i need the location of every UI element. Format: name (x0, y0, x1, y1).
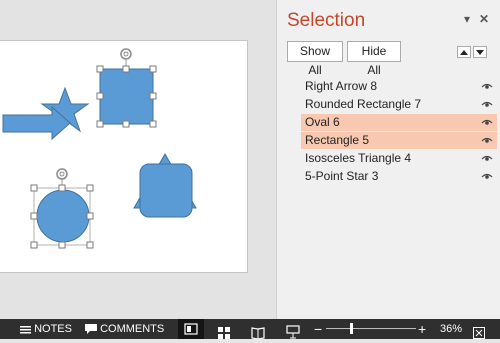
list-item-label: Isosceles Triangle 4 (305, 151, 412, 165)
selection-pane: Selection ▾ ✕ Show All Hide All Right Ar… (276, 0, 500, 319)
status-bar: NOTES COMMENTS − + 36% (0, 319, 500, 340)
fit-window-icon (473, 327, 485, 340)
close-icon[interactable]: ✕ (479, 12, 489, 26)
comment-icon (85, 324, 97, 335)
rectangle-rotate-handle[interactable] (120, 48, 132, 60)
list-item-label: 5-Point Star 3 (305, 169, 379, 183)
zoom-slider[interactable] (326, 319, 416, 339)
eye-icon[interactable] (481, 100, 493, 108)
eye-icon[interactable] (481, 136, 493, 144)
slideshow-button[interactable] (286, 322, 300, 339)
zoom-slider-thumb[interactable] (350, 323, 353, 334)
list-item-label: Rounded Rectangle 7 (305, 97, 422, 111)
selection-list: Right Arrow 8 Rounded Rectangle 7 Oval 6… (301, 78, 497, 186)
reading-view-button[interactable] (251, 323, 265, 340)
send-backward-button[interactable] (473, 46, 487, 58)
list-item[interactable]: Right Arrow 8 (301, 78, 497, 95)
comments-label: COMMENTS (100, 323, 165, 335)
oval-rotate-handle[interactable] (56, 168, 68, 180)
slide-sorter-button[interactable] (218, 323, 230, 340)
show-all-button[interactable]: Show All (287, 41, 343, 77)
presentation-icon (286, 325, 300, 339)
pane-title: Selection (287, 10, 366, 31)
list-item[interactable]: Isosceles Triangle 4 (301, 150, 497, 167)
list-item-label: Oval 6 (305, 115, 340, 129)
oval-shape[interactable] (36, 189, 90, 243)
list-item[interactable]: Rounded Rectangle 7 (301, 96, 497, 113)
zoom-in-button[interactable]: + (418, 319, 426, 339)
list-item-selected[interactable]: Oval 6 (301, 114, 497, 131)
rounded-rectangle-shape[interactable] (139, 163, 193, 218)
hide-all-button[interactable]: Hide All (347, 41, 401, 77)
eye-icon[interactable] (481, 82, 493, 90)
grid-icon (218, 327, 230, 340)
list-item-label: Right Arrow 8 (305, 79, 378, 93)
eye-icon[interactable] (481, 118, 493, 126)
zoom-level[interactable]: 36% (440, 319, 462, 339)
notes-icon (20, 325, 31, 334)
eye-icon[interactable] (481, 172, 493, 180)
normal-view-button[interactable] (178, 319, 204, 339)
eye-icon[interactable] (481, 154, 493, 162)
triangle-down-icon (476, 50, 484, 55)
normal-view-icon (184, 323, 198, 335)
list-item-label: Rectangle 5 (305, 133, 370, 147)
slide-shapes (2, 48, 197, 249)
notes-button[interactable]: NOTES (20, 319, 72, 339)
rectangle-shape[interactable] (99, 68, 154, 125)
bring-forward-button[interactable] (457, 46, 471, 58)
triangle-up-icon (460, 50, 468, 55)
comments-button[interactable]: COMMENTS (85, 319, 164, 339)
zoom-out-button[interactable]: − (314, 319, 322, 339)
slide-canvas-area (0, 0, 276, 319)
fit-to-window-button[interactable] (473, 323, 485, 340)
book-icon (251, 327, 265, 340)
list-item[interactable]: 5-Point Star 3 (301, 168, 497, 185)
notes-label: NOTES (34, 323, 72, 335)
zoom-slider-track (326, 328, 416, 329)
list-item-selected[interactable]: Rectangle 5 (301, 132, 497, 149)
pane-options-icon[interactable]: ▾ (464, 12, 470, 26)
